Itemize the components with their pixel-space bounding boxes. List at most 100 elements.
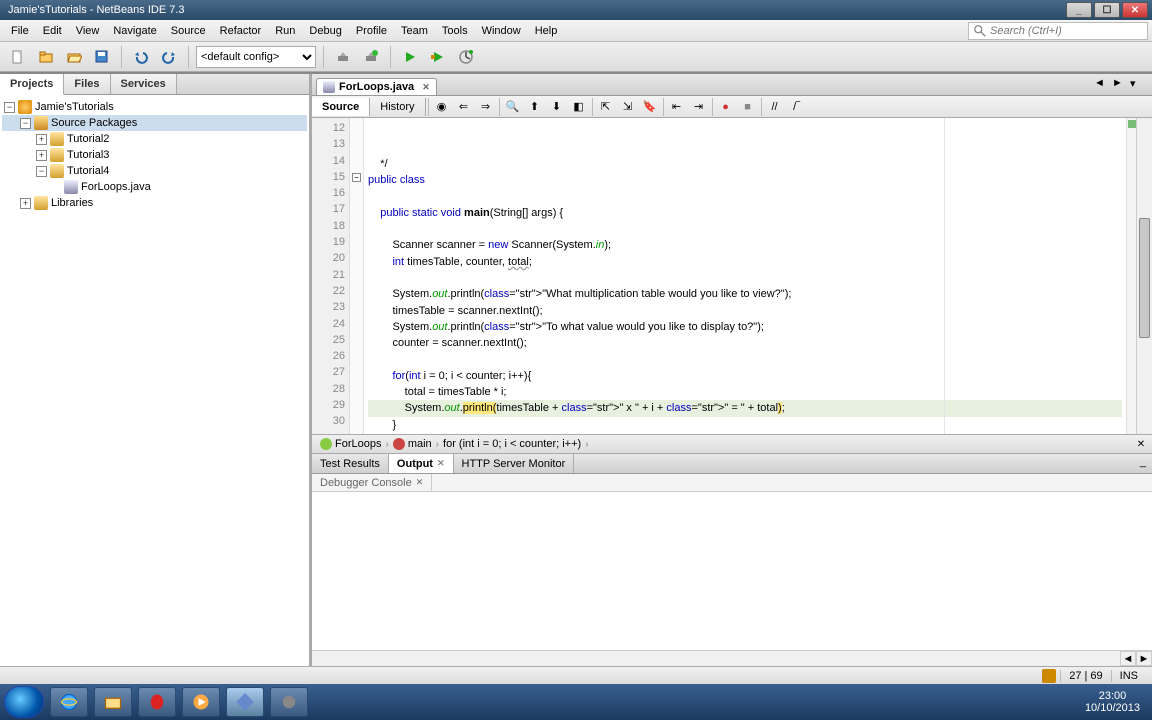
- windows-taskbar: 23:0010/10/2013: [0, 684, 1152, 720]
- prev-editor-button[interactable]: ◄: [1094, 77, 1112, 95]
- search-input[interactable]: [990, 25, 1143, 37]
- scroll-left-icon[interactable]: ◄: [1120, 651, 1136, 666]
- shift-left-button[interactable]: ⇤: [667, 97, 687, 117]
- output-body[interactable]: ◄ ►: [312, 492, 1152, 666]
- error-stripe[interactable]: [1126, 118, 1136, 434]
- forward-button[interactable]: ⇒: [476, 97, 496, 117]
- uncomment-button[interactable]: /‾: [787, 97, 807, 117]
- back-button[interactable]: ⇐: [454, 97, 474, 117]
- tree-node-pkg[interactable]: +Tutorial2: [2, 131, 307, 147]
- redo-button[interactable]: [157, 45, 181, 69]
- macro-record-button[interactable]: ●: [716, 97, 736, 117]
- tree-node-src[interactable]: −Source Packages: [2, 115, 307, 131]
- window-titlebar: Jamie'sTutorials - NetBeans IDE 7.3 _ ☐ …: [0, 0, 1152, 20]
- menu-refactor[interactable]: Refactor: [213, 23, 269, 39]
- scrollbar-thumb[interactable]: [1139, 218, 1150, 338]
- system-clock[interactable]: 23:0010/10/2013: [1077, 690, 1148, 714]
- tab-services[interactable]: Services: [111, 74, 177, 94]
- last-edit-button[interactable]: ◉: [432, 97, 452, 117]
- save-all-button[interactable]: [90, 45, 114, 69]
- project-icon: [18, 100, 32, 114]
- profile-button[interactable]: [454, 45, 478, 69]
- crumb-method[interactable]: main: [389, 438, 436, 450]
- start-button[interactable]: [4, 686, 44, 718]
- tree-node-pkg[interactable]: +Tutorial3: [2, 147, 307, 163]
- breadcrumb: ForLoops › main › for (int i = 0; i < co…: [312, 434, 1152, 454]
- minimize-button[interactable]: _: [1066, 2, 1092, 18]
- undo-button[interactable]: [129, 45, 153, 69]
- subtab-history[interactable]: History: [370, 98, 425, 116]
- menu-tools[interactable]: Tools: [435, 23, 475, 39]
- tree-node-file[interactable]: ForLoops.java: [2, 179, 307, 195]
- menu-edit[interactable]: Edit: [36, 23, 69, 39]
- taskbar-explorer-icon[interactable]: [50, 687, 88, 717]
- taskbar-app-icon[interactable]: [270, 687, 308, 717]
- window-title: Jamie'sTutorials - NetBeans IDE 7.3: [4, 4, 1066, 16]
- folder-icon: [50, 164, 64, 178]
- taskbar-opera-icon[interactable]: [138, 687, 176, 717]
- taskbar-folder-icon[interactable]: [94, 687, 132, 717]
- menu-file[interactable]: File: [4, 23, 36, 39]
- shift-right-button[interactable]: ⇥: [689, 97, 709, 117]
- scroll-right-icon[interactable]: ►: [1136, 651, 1152, 666]
- breadcrumb-close-icon[interactable]: ✕: [1134, 437, 1148, 451]
- project-tree[interactable]: −Jamie'sTutorials −Source Packages +Tuto…: [0, 95, 309, 666]
- debug-button[interactable]: [426, 45, 450, 69]
- notification-icon[interactable]: [1042, 669, 1056, 683]
- run-button[interactable]: [398, 45, 422, 69]
- menu-profile[interactable]: Profile: [349, 23, 394, 39]
- crumb-block[interactable]: for (int i = 0; i < counter; i++): [439, 438, 585, 450]
- next-editor-button[interactable]: ►: [1112, 77, 1130, 95]
- tab-files[interactable]: Files: [64, 74, 110, 94]
- menu-navigate[interactable]: Navigate: [106, 23, 163, 39]
- close-icon[interactable]: ✕: [416, 477, 424, 488]
- macro-stop-button[interactable]: ■: [738, 97, 758, 117]
- find-next-button[interactable]: ⬇: [547, 97, 567, 117]
- toggle-bookmark-button[interactable]: 🔖: [640, 97, 660, 117]
- tab-http-monitor[interactable]: HTTP Server Monitor: [454, 454, 575, 473]
- subtab-debugger-console[interactable]: Debugger Console✕: [312, 474, 432, 491]
- tree-node-project[interactable]: −Jamie'sTutorials: [2, 99, 307, 115]
- close-icon[interactable]: ✕: [437, 458, 445, 469]
- vertical-scrollbar[interactable]: [1136, 118, 1152, 434]
- open-project-button[interactable]: [62, 45, 86, 69]
- find-prev-button[interactable]: ⬆: [525, 97, 545, 117]
- close-tab-icon[interactable]: ✕: [422, 82, 430, 93]
- config-select[interactable]: <default config>: [196, 46, 316, 68]
- minimize-output-icon[interactable]: _: [1134, 454, 1152, 473]
- prev-bookmark-button[interactable]: ⇱: [596, 97, 616, 117]
- tab-projects[interactable]: Projects: [0, 74, 64, 95]
- menu-view[interactable]: View: [69, 23, 107, 39]
- close-button[interactable]: ✕: [1122, 2, 1148, 18]
- fold-gutter[interactable]: −: [350, 118, 364, 434]
- comment-button[interactable]: //: [765, 97, 785, 117]
- toggle-highlight-button[interactable]: ◧: [569, 97, 589, 117]
- clean-build-button[interactable]: [359, 45, 383, 69]
- menu-help[interactable]: Help: [528, 23, 565, 39]
- editor-tab-forloops[interactable]: ForLoops.java ✕: [316, 78, 437, 95]
- new-project-button[interactable]: [34, 45, 58, 69]
- tree-node-pkg[interactable]: −Tutorial4: [2, 163, 307, 179]
- menu-team[interactable]: Team: [394, 23, 435, 39]
- code-editor[interactable]: 12131415161718192021222324252627282930 −…: [312, 118, 1152, 434]
- quick-search[interactable]: [968, 22, 1148, 40]
- margin-line: [944, 118, 945, 434]
- code-area[interactable]: */public class public static void main(S…: [364, 118, 1126, 434]
- tab-output[interactable]: Output✕: [389, 454, 454, 473]
- maximize-button[interactable]: ☐: [1094, 2, 1120, 18]
- find-selection-button[interactable]: 🔍: [503, 97, 523, 117]
- subtab-source[interactable]: Source: [312, 98, 370, 116]
- editor-dropdown-button[interactable]: ▾: [1130, 77, 1148, 95]
- menu-window[interactable]: Window: [475, 23, 528, 39]
- tree-node-libraries[interactable]: +Libraries: [2, 195, 307, 211]
- taskbar-netbeans-icon[interactable]: [226, 687, 264, 717]
- tab-test-results[interactable]: Test Results: [312, 454, 389, 473]
- build-button[interactable]: [331, 45, 355, 69]
- taskbar-media-icon[interactable]: [182, 687, 220, 717]
- menu-debug[interactable]: Debug: [302, 23, 348, 39]
- crumb-class[interactable]: ForLoops: [316, 438, 385, 450]
- next-bookmark-button[interactable]: ⇲: [618, 97, 638, 117]
- new-file-button[interactable]: [6, 45, 30, 69]
- menu-run[interactable]: Run: [268, 23, 302, 39]
- menu-source[interactable]: Source: [164, 23, 213, 39]
